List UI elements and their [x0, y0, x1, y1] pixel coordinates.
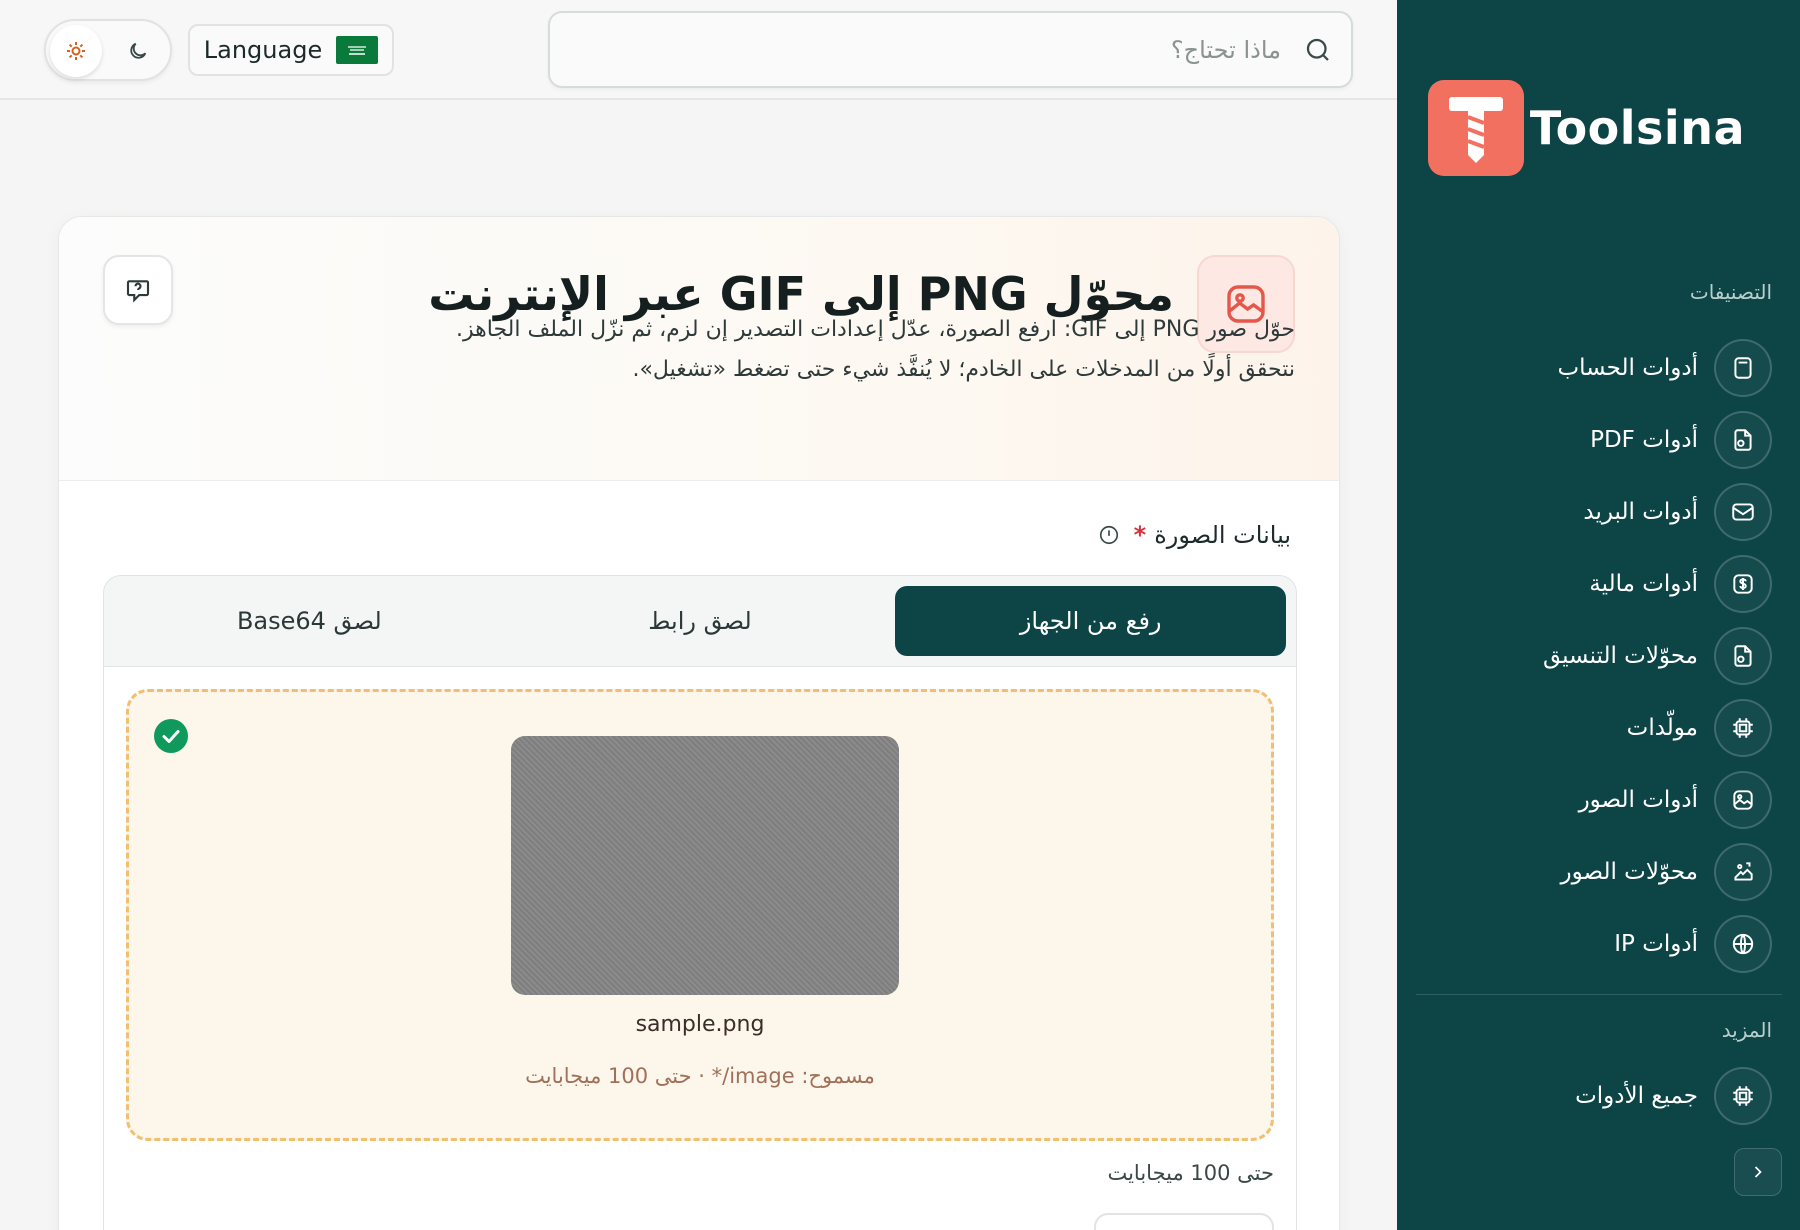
cpu-icon — [1714, 699, 1772, 757]
search-icon — [1303, 35, 1333, 69]
help-chat-icon — [123, 275, 153, 305]
theme-toggle[interactable] — [44, 19, 172, 81]
sidebar-item-pdf-tools[interactable]: أدوات PDF — [1422, 404, 1772, 476]
sidebar-item-label: أدوات IP — [1614, 931, 1698, 957]
sidebar-item-label: مولّدات — [1626, 715, 1698, 741]
image-convert-icon — [1714, 843, 1772, 901]
input-source-tabs: رفع من الجهاز لصق رابط لصق Base64 — [103, 575, 1297, 667]
saudi-flag-icon — [336, 36, 379, 64]
sun-icon[interactable] — [50, 25, 102, 77]
more-title: المزيد — [1721, 1018, 1772, 1042]
brand-logo-icon — [1427, 80, 1524, 176]
image-data-label: بيانات الصورة * — [1098, 521, 1291, 549]
tool-card: محوّل PNG إلى GIF عبر الإنترنت حوّل صور … — [58, 216, 1340, 1230]
sidebar-item-format-converters[interactable]: محوّلات التنسيق — [1422, 620, 1772, 692]
tab-upload-from-device[interactable]: رفع من الجهاز — [895, 586, 1286, 656]
sidebar-item-ip-tools[interactable]: أدوات IP — [1422, 908, 1772, 980]
calculator-icon — [1714, 339, 1772, 397]
sidebar-item-label: جميع الأدوات — [1575, 1083, 1698, 1109]
search-box[interactable] — [548, 11, 1353, 88]
required-mark: * — [1133, 521, 1147, 549]
sidebar-item-mail-tools[interactable]: أدوات البريد — [1422, 476, 1772, 548]
moon-icon[interactable] — [112, 25, 164, 77]
file-icon — [1714, 411, 1772, 469]
field-label-text: بيانات الصورة — [1154, 521, 1291, 549]
sidebar-item-calculation-tools[interactable]: أدوات الحساب — [1422, 332, 1772, 404]
sidebar-item-image-converters[interactable]: محوّلات الصور — [1422, 836, 1772, 908]
sidebar-item-label: أدوات PDF — [1590, 427, 1698, 453]
allowed-types-text: مسموح: image/* · حتى 100 ميجابايت — [525, 1064, 875, 1088]
tool-header: محوّل PNG إلى GIF عبر الإنترنت حوّل صور … — [59, 217, 1339, 481]
brand-name: Toolsina — [1529, 101, 1745, 155]
language-button[interactable]: Language — [188, 24, 394, 76]
sidebar-item-label: أدوات الصور — [1578, 787, 1698, 813]
sidebar-item-label: أدوات مالية — [1589, 571, 1698, 597]
page-title: محوّل PNG إلى GIF عبر الإنترنت — [428, 267, 1174, 321]
check-circle-icon — [153, 718, 189, 758]
tab-paste-base64[interactable]: لصق Base64 — [114, 586, 505, 656]
help-button[interactable] — [103, 255, 173, 325]
uploaded-filename: sample.png — [635, 1012, 765, 1037]
sidebar-collapse-button[interactable] — [1734, 1148, 1782, 1196]
upload-dropzone[interactable]: sample.png مسموح: image/* · حتى 100 ميجا… — [126, 689, 1274, 1141]
image-preview — [511, 736, 899, 995]
sidebar-item-image-tools[interactable]: أدوات الصور — [1422, 764, 1772, 836]
description-line-1: حوّل صور PNG إلى GIF: ارفع الصورة، عدّل … — [456, 317, 1295, 342]
file-convert-icon — [1714, 627, 1772, 685]
image-icon — [1714, 771, 1772, 829]
description-line-2: نتحقق أولًا من المدخلات على الخادم؛ لا ي… — [632, 357, 1295, 382]
max-size-note: حتى 100 ميجابايت — [1107, 1161, 1274, 1185]
upload-panel: sample.png مسموح: image/* · حتى 100 ميجا… — [103, 667, 1297, 1230]
sidebar-item-label: محوّلات الصور — [1560, 859, 1698, 885]
search-input[interactable] — [661, 31, 1281, 69]
sidebar-item-finance-tools[interactable]: أدوات مالية — [1422, 548, 1772, 620]
top-bar: Language — [0, 0, 1397, 100]
sidebar-item-label: أدوات الحساب — [1557, 355, 1698, 381]
categories-title: التصنيفات — [1689, 280, 1772, 304]
language-label: Language — [203, 36, 323, 64]
sidebar-nav: أدوات الحساب أدوات PDF أدوات البريد أدوا… — [1422, 332, 1772, 980]
sidebar-divider — [1416, 994, 1782, 995]
sidebar-item-label: أدوات البريد — [1583, 499, 1698, 525]
brand[interactable]: Toolsina — [1427, 80, 1745, 176]
info-icon[interactable] — [1098, 524, 1120, 546]
sidebar: Toolsina التصنيفات أدوات الحساب أدوات PD… — [1397, 0, 1800, 1230]
dollar-icon — [1714, 555, 1772, 613]
chevron-right-icon — [1748, 1162, 1768, 1182]
cpu-icon — [1714, 1067, 1772, 1125]
secondary-button[interactable] — [1094, 1213, 1274, 1230]
mail-icon — [1714, 483, 1772, 541]
tab-paste-link[interactable]: لصق رابط — [505, 586, 896, 656]
sidebar-item-label: محوّلات التنسيق — [1542, 643, 1698, 669]
sidebar-item-generators[interactable]: مولّدات — [1422, 692, 1772, 764]
sidebar-item-all-tools[interactable]: جميع الأدوات — [1422, 1060, 1772, 1132]
globe-icon — [1714, 915, 1772, 973]
